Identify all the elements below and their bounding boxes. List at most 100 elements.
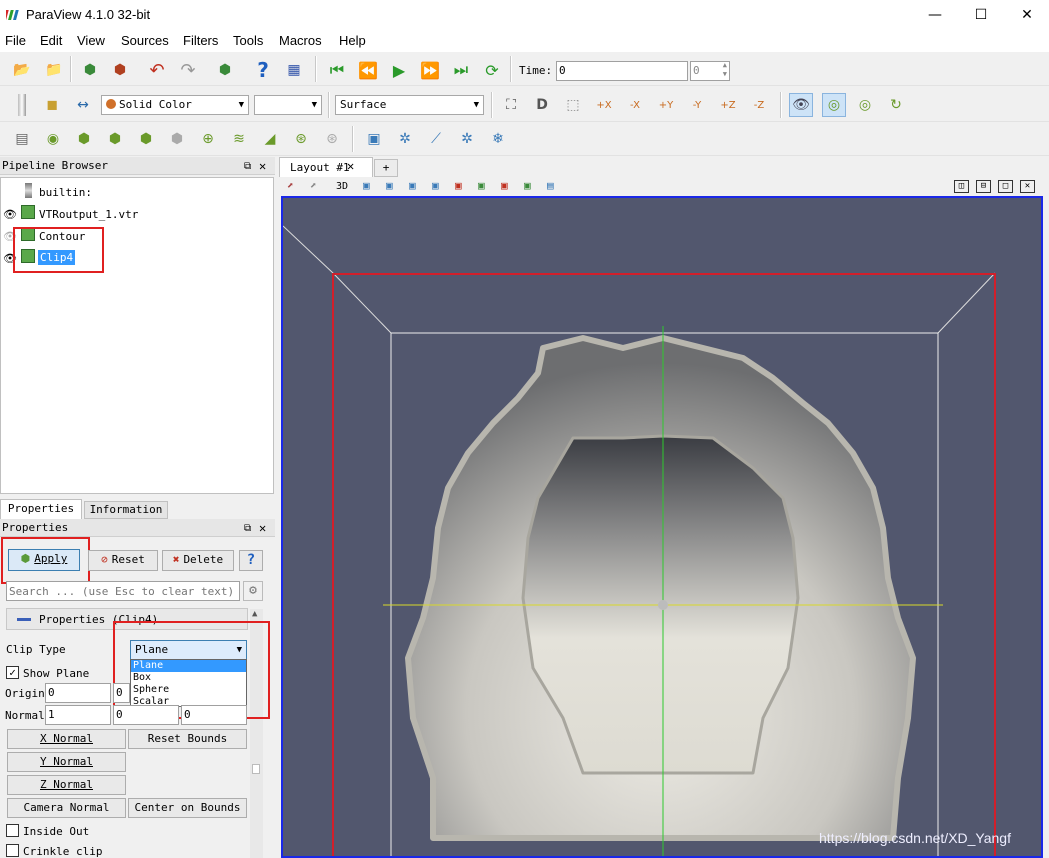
camera-normal-button[interactable]: Camera Normal xyxy=(7,798,126,818)
reset-button[interactable]: ⊘ Reset xyxy=(88,550,158,571)
calculator-icon[interactable]: ▤ xyxy=(10,127,34,151)
properties-help-button[interactable]: ? xyxy=(239,550,263,571)
tab-properties[interactable]: Properties xyxy=(0,499,82,519)
menu-edit[interactable]: Edit xyxy=(40,33,62,48)
time-input[interactable]: 0 xyxy=(556,61,688,81)
eye-icon[interactable]: 👁 xyxy=(3,208,17,221)
y-normal-button[interactable]: Y Normal xyxy=(7,752,126,772)
float-panel-icon[interactable]: ⧉ xyxy=(244,520,251,538)
contour-icon[interactable]: ◉ xyxy=(41,127,65,151)
zoom-to-data-icon[interactable]: D xyxy=(530,93,554,117)
normal-z-field[interactable]: 0 xyxy=(181,705,247,725)
threshold-icon[interactable]: ⬢ xyxy=(134,127,158,151)
rotate-icon[interactable]: ↻ xyxy=(884,93,908,117)
select-points-through-icon[interactable]: ▣ xyxy=(432,179,439,192)
view-minus-x-icon[interactable]: -X xyxy=(623,93,647,117)
redo-icon[interactable]: ↷ xyxy=(176,58,200,82)
view-plus-z-icon[interactable]: +Z xyxy=(716,93,740,117)
view-plus-x-icon[interactable]: +X xyxy=(592,93,616,117)
menu-help[interactable]: Help xyxy=(339,33,366,48)
split-view-icon[interactable]: ⬈ xyxy=(287,179,294,192)
split-vertical-icon[interactable]: ⊟ xyxy=(976,180,991,193)
stream-tracer-icon[interactable]: ≋ xyxy=(227,127,251,151)
disconnect-icon[interactable]: ⬢ xyxy=(108,58,132,82)
select-cells-through-icon[interactable]: ▣ xyxy=(409,179,416,192)
select-points-icon[interactable]: ✲ xyxy=(393,127,417,151)
representation-select[interactable]: Surface ▼ xyxy=(335,95,484,115)
maximize-view-icon[interactable]: □ xyxy=(998,180,1013,193)
normal-x-field[interactable]: 1 xyxy=(45,705,111,725)
next-frame-icon[interactable]: ⏩ xyxy=(418,58,442,82)
select-block-icon[interactable]: ▣ xyxy=(455,179,462,192)
float-panel-icon[interactable]: ⧉ xyxy=(244,158,251,176)
scrollbar-thumb[interactable] xyxy=(252,764,260,774)
last-frame-icon[interactable]: ⏭ xyxy=(449,58,473,82)
extract-subset-icon[interactable]: ⬢ xyxy=(165,127,189,151)
pick-center-icon[interactable]: ▦ xyxy=(282,58,306,82)
crinkle-clip-checkbox[interactable] xyxy=(6,844,19,857)
menu-sources[interactable]: Sources xyxy=(121,33,169,48)
zoom-to-box-icon[interactable]: ⬚ xyxy=(561,93,585,117)
select-cells-icon[interactable]: ▣ xyxy=(362,127,386,151)
glyph-icon[interactable]: ⊕ xyxy=(196,127,220,151)
normal-y-field[interactable]: 0 xyxy=(113,705,179,725)
split-horizontal-icon[interactable]: ◫ xyxy=(954,180,969,193)
component-select[interactable]: ▼ xyxy=(254,95,322,115)
open-file-icon[interactable]: 📂 xyxy=(10,58,34,82)
play-icon[interactable]: ▶ xyxy=(387,58,411,82)
center-on-bounds-button[interactable]: Center on Bounds xyxy=(128,798,247,818)
scroll-up-icon[interactable]: ▲ xyxy=(252,609,257,619)
select-cells-on-icon[interactable]: ▣ xyxy=(363,179,370,192)
menu-macros[interactable]: Macros xyxy=(279,33,322,48)
reset-center-icon[interactable]: ◎ xyxy=(822,93,846,117)
menu-filters[interactable]: Filters xyxy=(183,33,218,48)
pipeline-item-vtroutput[interactable]: VTRoutput_1.vtr xyxy=(39,208,138,221)
show-center-icon[interactable]: 👁 xyxy=(789,93,813,117)
origin-y-field[interactable]: 0 xyxy=(113,683,130,703)
pick-center-of-rotation-icon[interactable]: ◎ xyxy=(853,93,877,117)
menu-tools[interactable]: Tools xyxy=(233,33,263,48)
extract-level-icon[interactable]: ⊛ xyxy=(320,127,344,151)
origin-x-field[interactable]: 0 xyxy=(45,683,111,703)
z-normal-button[interactable]: Z Normal xyxy=(7,775,126,795)
undo-icon[interactable]: ↶ xyxy=(145,58,169,82)
warp-icon[interactable]: ◢ xyxy=(258,127,282,151)
snowflake-icon[interactable]: ❄ xyxy=(486,127,510,151)
slice-icon[interactable]: ⬢ xyxy=(103,127,127,151)
delete-button[interactable]: ✖ Delete xyxy=(162,550,234,571)
reset-camera-icon[interactable]: ⛶ xyxy=(499,93,523,117)
close-panel-icon[interactable]: ✕ xyxy=(259,157,266,175)
group-icon[interactable]: ⊛ xyxy=(289,127,313,151)
close-button[interactable]: ✕ xyxy=(1004,0,1049,30)
view-minus-y-icon[interactable]: -Y xyxy=(685,93,709,117)
load-state-icon[interactable]: 📁 xyxy=(42,58,66,82)
time-index-spinbox[interactable]: 0 ▲ ▼ xyxy=(690,61,730,81)
reset-bounds-button[interactable]: Reset Bounds xyxy=(128,729,247,749)
clear-selection-icon[interactable]: ▣ xyxy=(524,179,531,192)
rescale-range-icon[interactable]: ↔ xyxy=(71,93,95,117)
select-points-on-icon[interactable]: ▣ xyxy=(386,179,393,192)
help-icon[interactable]: ? xyxy=(251,58,275,82)
view-minus-z-icon[interactable]: -Z xyxy=(747,93,771,117)
interactive-select-icon[interactable]: ▣ xyxy=(478,179,485,192)
minimize-button[interactable]: — xyxy=(912,0,958,30)
loop-icon[interactable]: ⟳ xyxy=(480,58,504,82)
spreadsheet-icon[interactable]: ▤ xyxy=(547,179,554,192)
view-plus-y-icon[interactable]: +Y xyxy=(654,93,678,117)
coloring-select[interactable]: Solid Color ▼ xyxy=(101,95,249,115)
search-input[interactable] xyxy=(6,581,240,601)
capture-icon[interactable]: ⬈ xyxy=(310,179,317,192)
clip-icon[interactable]: ⬢ xyxy=(72,127,96,151)
first-frame-icon[interactable]: ⏮ xyxy=(325,58,349,82)
tab-layout-1[interactable]: Layout #1 ✕ xyxy=(279,157,373,177)
close-view-icon[interactable]: ✕ xyxy=(1020,180,1035,193)
advanced-settings-icon[interactable]: ⚙ xyxy=(243,581,263,601)
show-plane-checkbox[interactable]: ✓ xyxy=(6,666,19,679)
plot-over-line-icon[interactable]: ⟋ xyxy=(424,127,448,151)
view-mode-toggle[interactable]: 3D xyxy=(336,181,348,192)
edit-color-map-icon[interactable]: ◼ xyxy=(40,93,64,117)
pipeline-item-builtin[interactable]: builtin: xyxy=(39,186,92,199)
grow-selection-icon[interactable]: ▣ xyxy=(501,179,508,192)
inside-out-checkbox[interactable] xyxy=(6,824,19,837)
connect-icon[interactable]: ⬢ xyxy=(78,58,102,82)
